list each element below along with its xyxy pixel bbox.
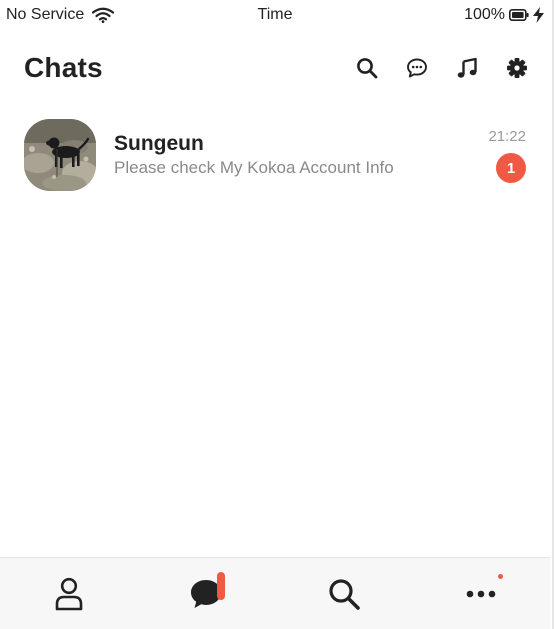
wifi-icon — [92, 7, 115, 23]
chat-preview: Please check My Kokoa Account Info — [114, 158, 394, 177]
person-icon — [54, 577, 84, 611]
chat-list: Sungeun Please check My Kokoa Account In… — [0, 118, 550, 192]
music-icon[interactable] — [456, 57, 478, 79]
tab-more[interactable] — [451, 569, 511, 619]
battery-percent: 100% — [464, 6, 505, 23]
more-icon — [466, 590, 496, 598]
tab-badge — [217, 571, 226, 600]
status-bar: No Service Time 100% — [0, 0, 550, 30]
status-left: No Service — [6, 6, 115, 24]
status-right: 100% — [464, 6, 544, 24]
chat-meta: 21:22 1 — [488, 118, 526, 183]
avatar — [24, 119, 96, 191]
status-time: Time — [257, 6, 293, 23]
notification-dot — [498, 573, 504, 579]
unread-badge: 1 — [496, 153, 526, 183]
tab-search[interactable] — [314, 569, 374, 619]
chat-time: 21:22 — [488, 128, 526, 145]
page-title: Chats — [24, 52, 103, 83]
charging-bolt-icon — [533, 7, 544, 23]
app-screen: No Service Time 100% Chats Sungeun Pleas… — [0, 0, 554, 629]
page-header: Chats — [24, 46, 528, 90]
tab-bar — [0, 557, 550, 629]
new-chat-icon[interactable] — [406, 57, 428, 79]
battery-icon — [509, 9, 529, 21]
chat-row[interactable]: Sungeun Please check My Kokoa Account In… — [0, 118, 550, 192]
carrier-label: No Service — [6, 6, 85, 23]
chat-body: Sungeun Please check My Kokoa Account In… — [114, 132, 488, 178]
search-icon — [327, 577, 361, 611]
settings-icon[interactable] — [506, 57, 528, 79]
search-icon[interactable] — [356, 57, 378, 79]
tab-friends[interactable] — [39, 569, 99, 619]
header-actions — [356, 57, 528, 79]
tab-chats[interactable] — [176, 569, 236, 619]
chat-name: Sungeun — [114, 132, 204, 155]
